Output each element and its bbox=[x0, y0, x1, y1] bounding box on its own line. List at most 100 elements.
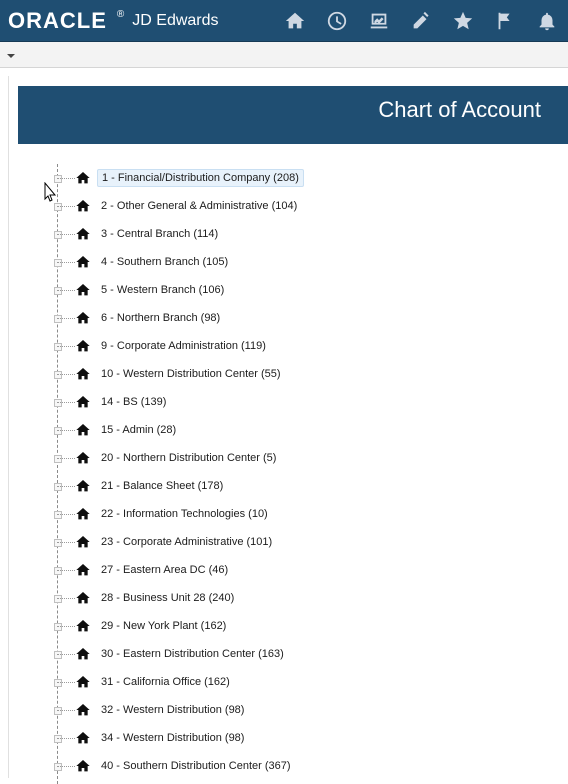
tree-connector bbox=[57, 486, 75, 487]
tree-node[interactable]: 9 - Corporate Administration (119) bbox=[18, 334, 518, 358]
tree-node-handle bbox=[54, 735, 62, 743]
tree-connector bbox=[57, 290, 75, 291]
tree-node-handle bbox=[54, 231, 62, 239]
tree-node-label: 22 - Information Technologies (10) bbox=[101, 508, 268, 520]
home-icon[interactable] bbox=[284, 10, 306, 32]
home-icon bbox=[74, 562, 92, 578]
tree-node[interactable]: 6 - Northern Branch (98) bbox=[18, 306, 518, 330]
tree-connector bbox=[57, 598, 75, 599]
tree-node-label: 6 - Northern Branch (98) bbox=[101, 312, 221, 324]
home-icon bbox=[74, 226, 92, 242]
tree-node-handle bbox=[54, 707, 62, 715]
tree-node-handle bbox=[54, 343, 62, 351]
tree-connector bbox=[57, 234, 75, 235]
tree-node[interactable]: 1 - Financial/Distribution Company (208) bbox=[18, 166, 518, 190]
recent-icon[interactable] bbox=[326, 10, 348, 32]
tree-node[interactable]: 28 - Business Unit 28 (240) bbox=[18, 586, 518, 610]
home-icon bbox=[74, 282, 92, 298]
home-icon bbox=[74, 674, 92, 690]
home-icon bbox=[74, 590, 92, 606]
tree-node[interactable]: 27 - Eastern Area DC (46) bbox=[18, 558, 518, 582]
tree-node-handle bbox=[54, 539, 62, 547]
tree-node[interactable]: 10 - Western Distribution Center (55) bbox=[18, 362, 518, 386]
home-icon bbox=[74, 394, 92, 410]
dashboard-icon[interactable] bbox=[368, 10, 390, 32]
tree-node[interactable]: 23 - Corporate Administrative (101) bbox=[18, 530, 518, 554]
tree-connector bbox=[57, 682, 75, 683]
notifications-icon[interactable] bbox=[536, 10, 558, 32]
tree-connector bbox=[57, 374, 75, 375]
tree-node-handle bbox=[54, 483, 62, 491]
tree-node[interactable]: 31 - California Office (162) bbox=[18, 670, 518, 694]
content-panel: Chart of Account 1 - Financial/Distribut… bbox=[8, 76, 568, 784]
tree-connector bbox=[57, 262, 75, 263]
tree-node-label: 34 - Western Distribution (98) bbox=[101, 732, 245, 744]
home-icon bbox=[74, 758, 92, 774]
tree-connector bbox=[57, 178, 75, 179]
home-icon bbox=[74, 646, 92, 662]
tree-node-handle bbox=[54, 679, 62, 687]
oracle-logo: ORACLE bbox=[8, 8, 107, 33]
edit-icon[interactable] bbox=[410, 10, 432, 32]
tree-node-label: 5 - Western Branch (106) bbox=[101, 284, 225, 296]
tree-node-label: 23 - Corporate Administrative (101) bbox=[101, 536, 273, 548]
tree-node-handle bbox=[54, 315, 62, 323]
tree-connector bbox=[57, 766, 75, 767]
product-name: JD Edwards bbox=[132, 12, 219, 29]
tree-node-label: 14 - BS (139) bbox=[101, 396, 167, 408]
tree-node-label: 27 - Eastern Area DC (46) bbox=[101, 564, 229, 576]
tree-connector bbox=[57, 430, 75, 431]
home-icon bbox=[74, 170, 92, 186]
tree-connector bbox=[57, 318, 75, 319]
tree-node[interactable]: 30 - Eastern Distribution Center (163) bbox=[18, 642, 518, 666]
tree-node-label: 31 - California Office (162) bbox=[101, 676, 230, 688]
tree-node[interactable]: 40 - Southern Distribution Center (367) bbox=[18, 754, 518, 778]
tree: 1 - Financial/Distribution Company (208)… bbox=[18, 164, 558, 784]
home-icon bbox=[74, 366, 92, 382]
home-icon bbox=[74, 338, 92, 354]
tree-node[interactable]: 4 - Southern Branch (105) bbox=[18, 250, 518, 274]
tree-connector bbox=[57, 346, 75, 347]
tree-node-handle bbox=[54, 763, 62, 771]
tree-node[interactable]: 22 - Information Technologies (10) bbox=[18, 502, 518, 526]
tree-connector bbox=[57, 514, 75, 515]
home-icon bbox=[74, 618, 92, 634]
tree-node-handle bbox=[54, 259, 62, 267]
tree-node-label: 32 - Western Distribution (98) bbox=[101, 704, 245, 716]
home-icon bbox=[74, 730, 92, 746]
chevron-down-icon[interactable] bbox=[6, 48, 16, 58]
tree-node-label: 30 - Eastern Distribution Center (163) bbox=[101, 648, 284, 660]
tree-node[interactable]: 15 - Admin (28) bbox=[18, 418, 518, 442]
tree-node-handle bbox=[54, 287, 62, 295]
tree-node[interactable]: 20 - Northern Distribution Center (5) bbox=[18, 446, 518, 470]
tree-node[interactable]: 3 - Central Branch (114) bbox=[18, 222, 518, 246]
tree-node-label: 3 - Central Branch (114) bbox=[101, 228, 219, 240]
home-icon bbox=[74, 310, 92, 326]
tree-connector bbox=[57, 710, 75, 711]
tree-node[interactable]: 21 - Balance Sheet (178) bbox=[18, 474, 518, 498]
tree-node[interactable]: 29 - New York Plant (162) bbox=[18, 614, 518, 638]
tree-node-handle bbox=[54, 511, 62, 519]
page-title: Chart of Account bbox=[378, 97, 541, 122]
tree-node[interactable]: 14 - BS (139) bbox=[18, 390, 518, 414]
tree-node-label: 29 - New York Plant (162) bbox=[101, 620, 227, 632]
home-icon bbox=[74, 478, 92, 494]
tree-node-label: 40 - Southern Distribution Center (367) bbox=[101, 760, 291, 772]
tree-node-label: 2 - Other General & Administrative (104) bbox=[101, 200, 298, 212]
tree-node-label: 4 - Southern Branch (105) bbox=[101, 256, 229, 268]
tree-connector bbox=[57, 542, 75, 543]
flag-icon[interactable] bbox=[494, 10, 516, 32]
tree-node[interactable]: 34 - Western Distribution (98) bbox=[18, 726, 518, 750]
home-icon bbox=[74, 450, 92, 466]
tree-connector bbox=[57, 738, 75, 739]
tree-node-handle bbox=[54, 595, 62, 603]
tree-node-handle bbox=[54, 567, 62, 575]
top-header: ORACLE ® JD Edwards bbox=[0, 0, 568, 42]
brand: ORACLE ® JD Edwards bbox=[8, 8, 219, 34]
home-icon bbox=[74, 422, 92, 438]
tree-node[interactable]: 5 - Western Branch (106) bbox=[18, 278, 518, 302]
tree-node[interactable]: 32 - Western Distribution (98) bbox=[18, 698, 518, 722]
tree-node[interactable]: 2 - Other General & Administrative (104) bbox=[18, 194, 518, 218]
tree-node-label: 21 - Balance Sheet (178) bbox=[101, 480, 224, 492]
favorites-icon[interactable] bbox=[452, 10, 474, 32]
